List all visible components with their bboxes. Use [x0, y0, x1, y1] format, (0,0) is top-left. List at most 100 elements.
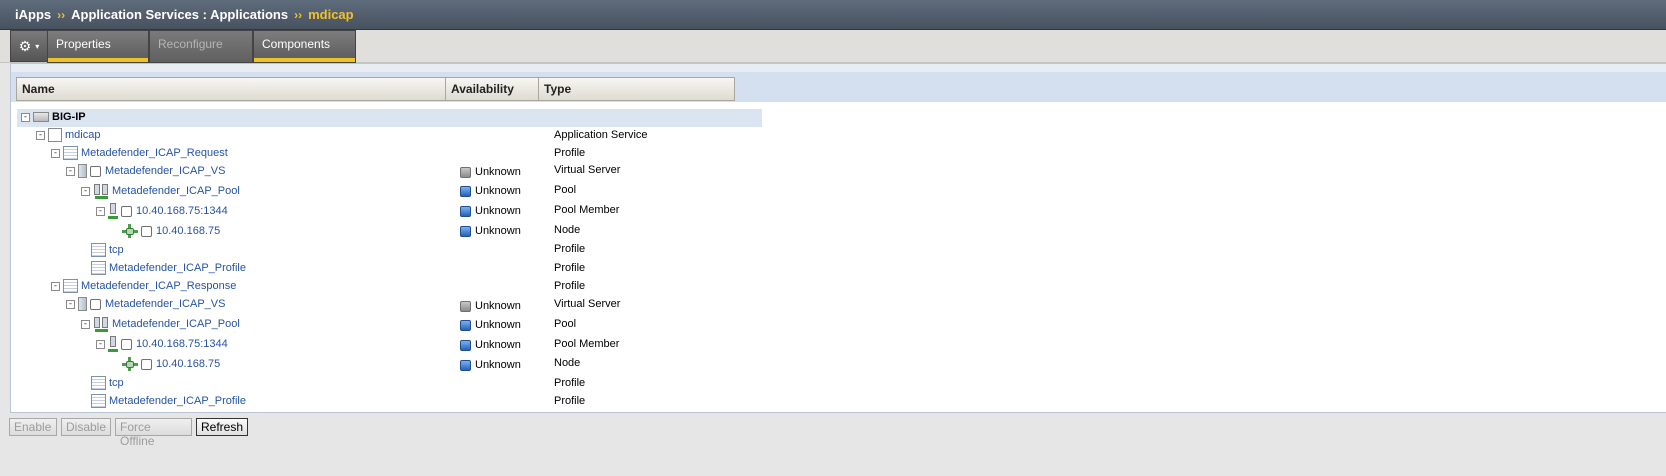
tree-row-pool: - Metadefender_ICAP_Pool [81, 182, 240, 200]
availability-cell: Unknown [460, 163, 521, 181]
collapse-toggle[interactable]: - [21, 112, 30, 122]
tree-row-pool-member: - 10.40.168.75:1344 [96, 202, 228, 220]
tree-row-profile: Metadefender_ICAP_Profile [91, 392, 246, 410]
node-icon [122, 224, 138, 238]
type-cell: Profile [554, 395, 586, 407]
profile-icon [91, 261, 106, 275]
profile-icon [91, 376, 106, 390]
availability-cell: Unknown [460, 202, 521, 220]
disable-button: Disable [61, 418, 111, 436]
tree-root-row: - BIG-IP [21, 108, 86, 126]
tab-label: Reconfigure [158, 37, 223, 51]
status-unknown-icon [460, 339, 471, 351]
availability-cell: Unknown [460, 297, 521, 315]
tree-item-link[interactable]: tcp [109, 244, 124, 256]
collapse-toggle[interactable]: - [36, 130, 45, 140]
gear-menu-button[interactable]: ⚙ ▾ [10, 30, 48, 62]
enable-button: Enable [9, 418, 57, 436]
collapse-toggle[interactable]: - [51, 148, 60, 158]
tree-row-profile: tcp [91, 374, 124, 392]
status-unknown-icon [460, 300, 471, 312]
tree-item-link[interactable]: 10.40.168.75:1344 [136, 338, 228, 350]
tab-properties[interactable]: Properties [47, 30, 149, 63]
availability-text: Unknown [475, 205, 521, 217]
column-header-availability[interactable]: Availability [445, 77, 539, 101]
type-cell: Pool Member [554, 338, 620, 350]
collapse-toggle[interactable]: - [81, 319, 90, 329]
refresh-button[interactable]: Refresh [196, 418, 248, 436]
tree-item-link[interactable]: 10.40.168.75:1344 [136, 205, 228, 217]
status-unknown-icon [460, 185, 471, 197]
collapse-toggle[interactable]: - [96, 339, 105, 349]
profile-icon [63, 279, 78, 293]
type-cell: Profile [554, 262, 586, 274]
tree-row-profile: tcp [91, 241, 124, 259]
force-offline-button: Force Offline [115, 418, 192, 448]
availability-text: Unknown [475, 319, 521, 331]
collapse-toggle[interactable]: - [66, 299, 75, 309]
availability-cell: Unknown [460, 336, 521, 354]
tree-item-link[interactable]: Metadefender_ICAP_VS [105, 298, 225, 310]
tree-item-link[interactable]: tcp [109, 377, 124, 389]
tree-item-link[interactable]: Metadefender_ICAP_Pool [112, 318, 240, 330]
type-cell: Pool Member [554, 204, 620, 216]
tree-row-virtual-server: - Metadefender_ICAP_VS [66, 162, 225, 180]
tree-item-link[interactable]: mdicap [65, 129, 100, 141]
pool-icon [93, 316, 109, 332]
availability-text: Unknown [475, 359, 521, 371]
tree-item-link[interactable]: Metadefender_ICAP_Response [81, 280, 236, 292]
availability-text: Unknown [475, 339, 521, 351]
type-cell: Pool [554, 184, 577, 196]
tree-item-link[interactable]: Metadefender_ICAP_Profile [109, 262, 246, 274]
tab-components[interactable]: Components [253, 30, 356, 63]
type-cell: Node [554, 357, 581, 369]
tree-item-link[interactable]: 10.40.168.75 [156, 358, 220, 370]
collapse-toggle[interactable]: - [81, 186, 90, 196]
tree-row-node: 10.40.168.75 [122, 222, 220, 240]
column-header-name[interactable]: Name [16, 77, 446, 101]
panel-top-band [11, 64, 1666, 72]
column-header-type[interactable]: Type [538, 77, 735, 101]
pool-member-icon [108, 336, 118, 352]
availability-text: Unknown [475, 225, 521, 237]
breadcrumb-item-iapps[interactable]: iApps [15, 7, 51, 22]
availability-cell: Unknown [460, 316, 521, 334]
tree-root-label: BIG-IP [52, 111, 86, 123]
tree-row-pool-member: - 10.40.168.75:1344 [96, 335, 228, 353]
tree-row-app-service: - mdicap [36, 126, 100, 144]
availability-cell: Unknown [460, 222, 521, 240]
bigip-device-icon [33, 112, 49, 122]
tree-item-link[interactable]: Metadefender_ICAP_Profile [109, 395, 246, 407]
tab-active-indicator [254, 58, 355, 62]
row-checkbox[interactable] [90, 165, 101, 177]
profile-icon [91, 243, 106, 257]
type-cell: Profile [554, 147, 586, 159]
tree-item-link[interactable]: 10.40.168.75 [156, 225, 220, 237]
collapse-toggle[interactable]: - [66, 166, 75, 176]
tree-row-profile: Metadefender_ICAP_Profile [91, 259, 246, 277]
breadcrumb-separator: ›› [294, 7, 303, 22]
type-cell: Profile [554, 280, 586, 292]
tab-bar: ⚙ ▾ Properties Reconfigure Components [0, 30, 1666, 63]
tree-item-link[interactable]: Metadefender_ICAP_VS [105, 165, 225, 177]
table-empty-area [762, 107, 1666, 412]
tree-row-profile: - Metadefender_ICAP_Request [51, 144, 228, 162]
type-cell: Profile [554, 243, 586, 255]
tree-item-link[interactable]: Metadefender_ICAP_Pool [112, 185, 240, 197]
availability-text: Unknown [475, 300, 521, 312]
components-panel: Name Availability Type - BIG-IP - mdicap… [10, 63, 1666, 413]
row-checkbox[interactable] [141, 358, 152, 370]
collapse-toggle[interactable]: - [51, 281, 60, 291]
breadcrumb-item-applications[interactable]: Application Services : Applications [71, 7, 288, 22]
row-checkbox[interactable] [121, 205, 132, 217]
row-checkbox[interactable] [121, 338, 132, 350]
availability-cell: Unknown [460, 182, 521, 200]
tab-reconfigure: Reconfigure [149, 30, 253, 63]
row-checkbox[interactable] [90, 298, 101, 310]
status-unknown-icon [460, 166, 471, 178]
tree-item-link[interactable]: Metadefender_ICAP_Request [81, 147, 228, 159]
type-cell: Node [554, 224, 581, 236]
row-checkbox[interactable] [141, 225, 152, 237]
availability-text: Unknown [475, 166, 521, 178]
collapse-toggle[interactable]: - [96, 206, 105, 216]
